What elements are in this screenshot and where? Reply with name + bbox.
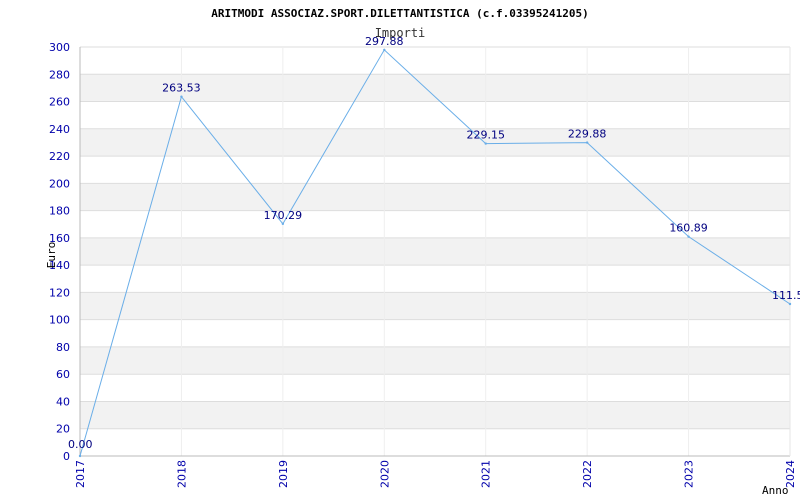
y-tick-label: 240	[49, 123, 70, 136]
data-label: 111.50	[772, 289, 800, 302]
data-point	[788, 302, 792, 306]
y-tick-label: 300	[49, 41, 70, 54]
chart-title: ARITMODI ASSOCIAZ.SPORT.DILETTANTISTICA …	[211, 7, 589, 20]
grid-band	[80, 183, 790, 211]
grid-band	[80, 401, 790, 429]
data-point	[281, 222, 285, 226]
x-tick-label: 2017	[74, 460, 87, 488]
data-label: 229.88	[568, 128, 607, 141]
grid-band	[80, 346, 790, 375]
y-tick-label: 220	[49, 150, 70, 163]
data-label: 170.29	[264, 209, 303, 222]
data-point	[687, 235, 690, 238]
chart-subtitle: Importi	[375, 26, 426, 40]
grid-band	[80, 237, 790, 266]
data-label: 229.15	[466, 129, 505, 142]
y-tick-label: 260	[49, 96, 70, 109]
y-tick-label: 280	[49, 68, 70, 81]
y-tick-label: 40	[56, 395, 70, 408]
x-tick-label: 2023	[683, 460, 696, 488]
y-tick-label: 80	[56, 341, 70, 354]
data-label: 160.89	[669, 222, 708, 235]
data-point	[585, 141, 589, 144]
x-axis-label: Anno	[762, 484, 789, 497]
y-tick-label: 0	[63, 450, 70, 463]
grid-band	[80, 292, 790, 320]
y-tick-label: 120	[49, 286, 70, 299]
data-point	[383, 48, 386, 52]
x-axis-ticks: 2017 2018 2019 2020 2021 2022 2023 2024	[74, 460, 797, 488]
grid-band	[80, 128, 790, 157]
y-tick-label: 180	[49, 205, 70, 218]
x-tick-label: 2022	[581, 460, 594, 488]
x-tick-label: 2018	[175, 460, 188, 488]
data-point	[78, 454, 82, 458]
x-tick-label: 2019	[277, 460, 290, 488]
x-tick-label: 2021	[480, 460, 493, 488]
data-label: 0.00	[68, 438, 93, 451]
data-point	[180, 95, 183, 98]
y-tick-label: 60	[56, 368, 70, 381]
y-tick-label: 20	[56, 423, 70, 436]
background-bands	[80, 74, 790, 429]
data-label: 263.53	[162, 82, 201, 95]
y-axis-label: Euro	[45, 242, 58, 269]
x-tick-label: 2020	[378, 460, 391, 488]
y-tick-label: 200	[49, 177, 70, 190]
data-point	[484, 142, 487, 145]
line-chart: 0204060801001201401601802002202402602803…	[45, 7, 800, 497]
y-tick-label: 100	[49, 314, 70, 327]
